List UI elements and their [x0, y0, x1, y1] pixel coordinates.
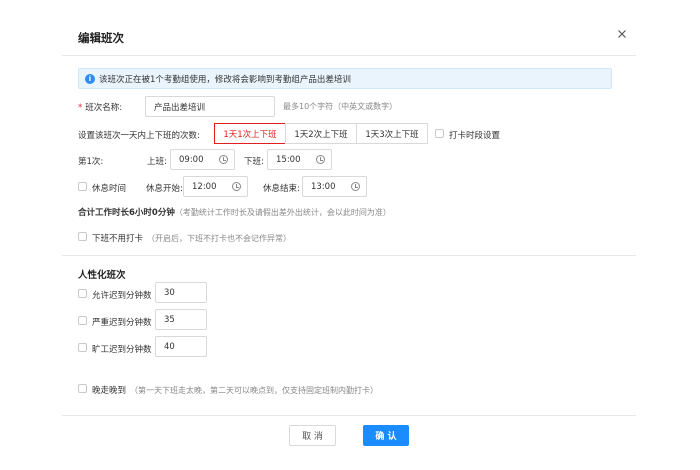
section-divider — [62, 255, 636, 256]
rest-end-label: 休息结束: — [263, 184, 300, 194]
first-label: 第1次: — [78, 157, 104, 167]
option-3x[interactable]: 1天3次上下班 — [356, 123, 428, 144]
rest-end-value: 13:00 — [311, 181, 336, 192]
notice-text: 该班次正在被1个考勤组使用，修改将会影响到考勤组产品出差培训 — [99, 74, 351, 85]
clock-icon — [219, 155, 228, 164]
total-duration-note: （考勤统计工作时长及请假出差外出统计，会以此时间为准） — [174, 208, 391, 217]
allow-late-value: 30 — [164, 287, 175, 298]
rest-start-label: 休息开始: — [146, 184, 183, 194]
late-leave: 晚走晚到 （第一天下班走太晚，第二天可以晚点到，仅支持固定班制内勤打卡） — [92, 384, 378, 396]
rest-time-label: 休息时间 — [92, 184, 127, 194]
no-clockout: 下班不用打卡 （开启后，下班不打卡也不会记作异常） — [92, 232, 291, 244]
off-duty-value: 15:00 — [276, 154, 301, 165]
on-duty-value: 09:00 — [179, 154, 204, 165]
late-leave-label: 晚走晚到 — [92, 386, 127, 396]
on-duty-time-picker[interactable]: 09:00 — [170, 149, 235, 170]
no-clockout-label: 下班不用打卡 — [92, 234, 144, 244]
shift-name-input[interactable]: 产品出差培训 — [145, 96, 275, 117]
header-divider — [62, 55, 636, 56]
shift-name-label: * 班次名称: — [78, 103, 123, 113]
clock-icon — [232, 182, 241, 191]
clock-icon — [316, 155, 325, 164]
serious-late-input[interactable]: 35 — [155, 309, 207, 330]
total-duration-text: 合计工作时长6小时0分钟 — [78, 208, 175, 218]
option-2x[interactable]: 1天2次上下班 — [285, 123, 357, 144]
absent-late-value: 40 — [164, 341, 175, 352]
cancel-button[interactable]: 取 消 — [289, 425, 336, 446]
clock-icon — [351, 182, 360, 191]
late-leave-note: （第一天下班走太晚，第二天可以晚点到，仅支持固定班制内勤打卡） — [130, 386, 379, 395]
shift-name-hint: 最多10个字符（中英文或数字） — [283, 102, 398, 111]
confirm-button[interactable]: 确 认 — [363, 425, 409, 446]
serious-late-label: 严重迟到分钟数 — [92, 318, 152, 328]
rest-start-time-picker[interactable]: 12:00 — [183, 176, 248, 197]
info-icon: i — [85, 73, 95, 84]
rest-time-checkbox[interactable] — [78, 182, 87, 191]
required-mark: * — [78, 103, 83, 113]
absent-late-label: 旷工迟到分钟数 — [92, 345, 152, 355]
serious-late-value: 35 — [164, 314, 175, 325]
clock-times-label: 设置该班次一天内上下班的次数: — [78, 131, 200, 141]
no-clockout-checkbox[interactable] — [78, 232, 87, 241]
serious-late-checkbox[interactable] — [78, 316, 87, 325]
option-1x[interactable]: 1天1次上下班 — [214, 123, 286, 144]
footer-divider — [62, 415, 636, 416]
total-duration: 合计工作时长6小时0分钟（考勤统计工作时长及请假出差外出统计，会以此时间为准） — [78, 206, 391, 218]
allow-late-label: 允许迟到分钟数 — [92, 291, 152, 301]
absent-late-input[interactable]: 40 — [155, 336, 207, 357]
notice-banner: i 该班次正在被1个考勤组使用，修改将会影响到考勤组产品出差培训 — [78, 68, 612, 89]
off-duty-label: 下班: — [244, 157, 264, 167]
close-icon[interactable] — [615, 27, 629, 41]
dialog-title: 编辑班次 — [78, 31, 124, 45]
rest-end-time-picker[interactable]: 13:00 — [302, 176, 367, 197]
on-duty-label: 上班: — [147, 157, 167, 167]
allow-late-input[interactable]: 30 — [155, 282, 207, 303]
no-clockout-note: （开启后，下班不打卡也不会记作异常） — [147, 234, 292, 243]
off-duty-time-picker[interactable]: 15:00 — [267, 149, 332, 170]
shift-name-value: 产品出差培训 — [154, 102, 206, 113]
late-leave-checkbox[interactable] — [78, 384, 87, 393]
rest-start-value: 12:00 — [192, 181, 217, 192]
allow-late-checkbox[interactable] — [78, 289, 87, 298]
period-setting-checkbox[interactable] — [435, 129, 444, 138]
absent-late-checkbox[interactable] — [78, 343, 87, 352]
period-setting-label: 打卡时段设置 — [449, 131, 501, 141]
humanized-title: 人性化班次 — [78, 270, 126, 281]
